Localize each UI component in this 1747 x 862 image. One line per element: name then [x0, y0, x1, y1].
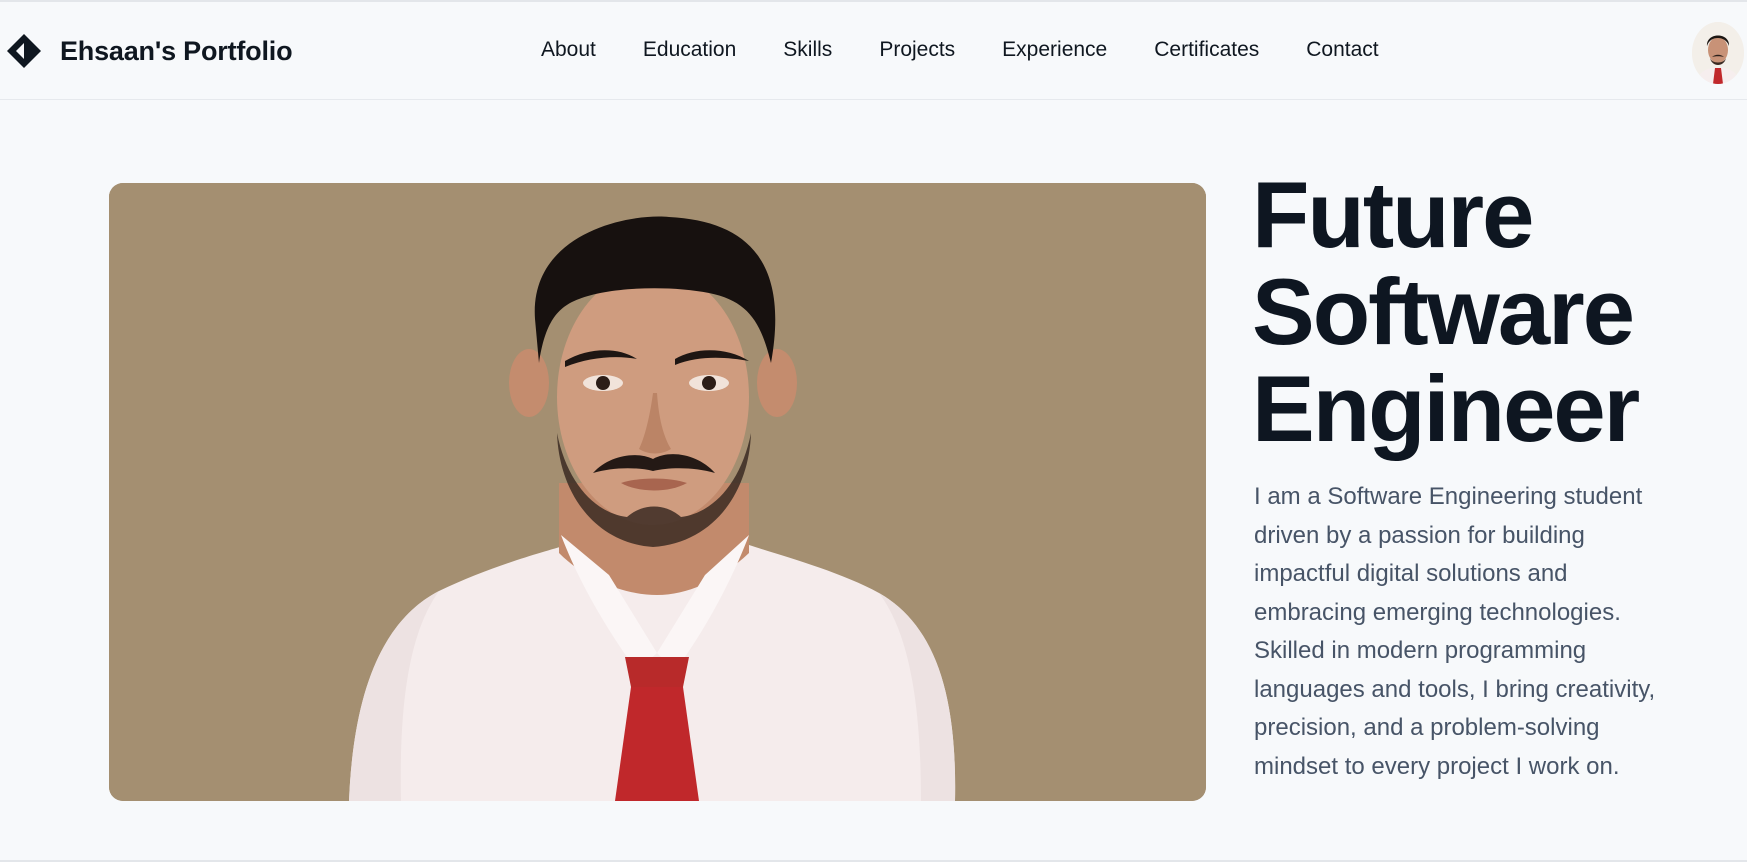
portrait-illustration [109, 183, 1206, 801]
nav-certificates[interactable]: Certificates [1154, 38, 1259, 66]
site-header: Ehsaan's Portfolio About Education Skill… [0, 2, 1747, 100]
hero-title-line-1: Future [1252, 162, 1534, 267]
hero-title: Future Software Engineer [1252, 166, 1732, 457]
hero-profile-photo [109, 183, 1206, 801]
portfolio-page: Ehsaan's Portfolio About Education Skill… [0, 0, 1747, 862]
nav-contact[interactable]: Contact [1306, 38, 1378, 66]
hero-description: I am a Software Engineering student driv… [1254, 483, 1656, 780]
hero-title-line-3: Engineer [1252, 356, 1640, 461]
hero-title-line-2: Software [1252, 259, 1635, 364]
brand-title: Ehsaan's Portfolio [60, 35, 293, 66]
nav-experience[interactable]: Experience [1002, 38, 1107, 66]
brand-link[interactable]: Ehsaan's Portfolio [6, 33, 293, 69]
nav-projects[interactable]: Projects [879, 38, 955, 66]
nav-skills[interactable]: Skills [783, 38, 832, 66]
nav-education[interactable]: Education [643, 38, 736, 66]
profile-avatar[interactable] [1692, 22, 1744, 84]
avatar-portrait-icon [1692, 22, 1744, 84]
diamond-logo-icon [7, 34, 41, 68]
main-nav: About Education Skills Projects Experien… [541, 38, 1379, 66]
nav-about[interactable]: About [541, 38, 596, 66]
